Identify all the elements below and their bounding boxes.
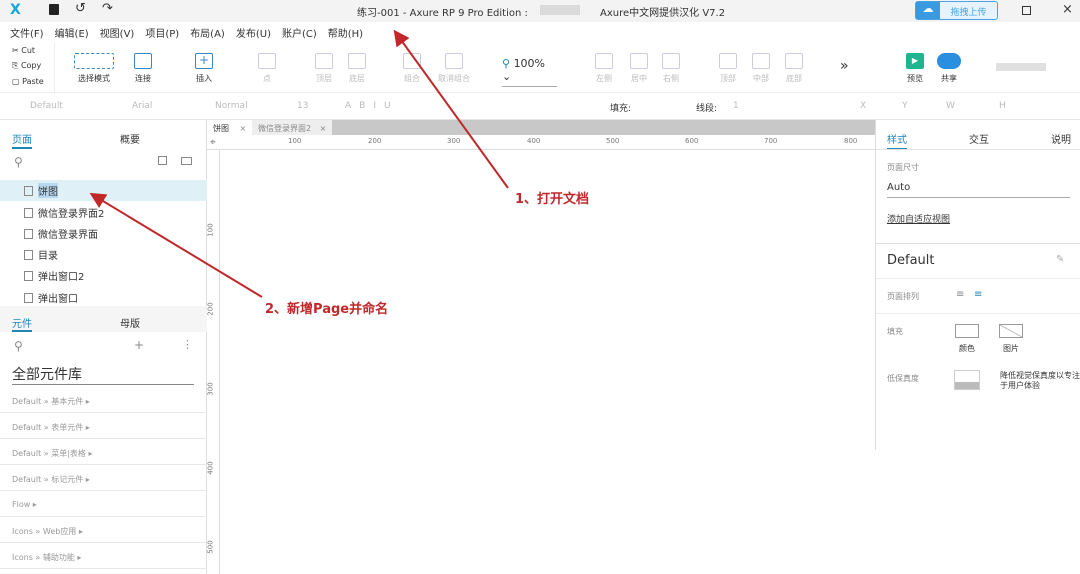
annotation-open-document: 1、打开文档	[515, 192, 590, 207]
arrow-to-page	[89, 192, 263, 298]
arrow-to-title	[393, 29, 509, 189]
annotation-add-page: 2、新增Page并命名	[265, 302, 389, 317]
annotation-arrows	[89, 29, 509, 298]
